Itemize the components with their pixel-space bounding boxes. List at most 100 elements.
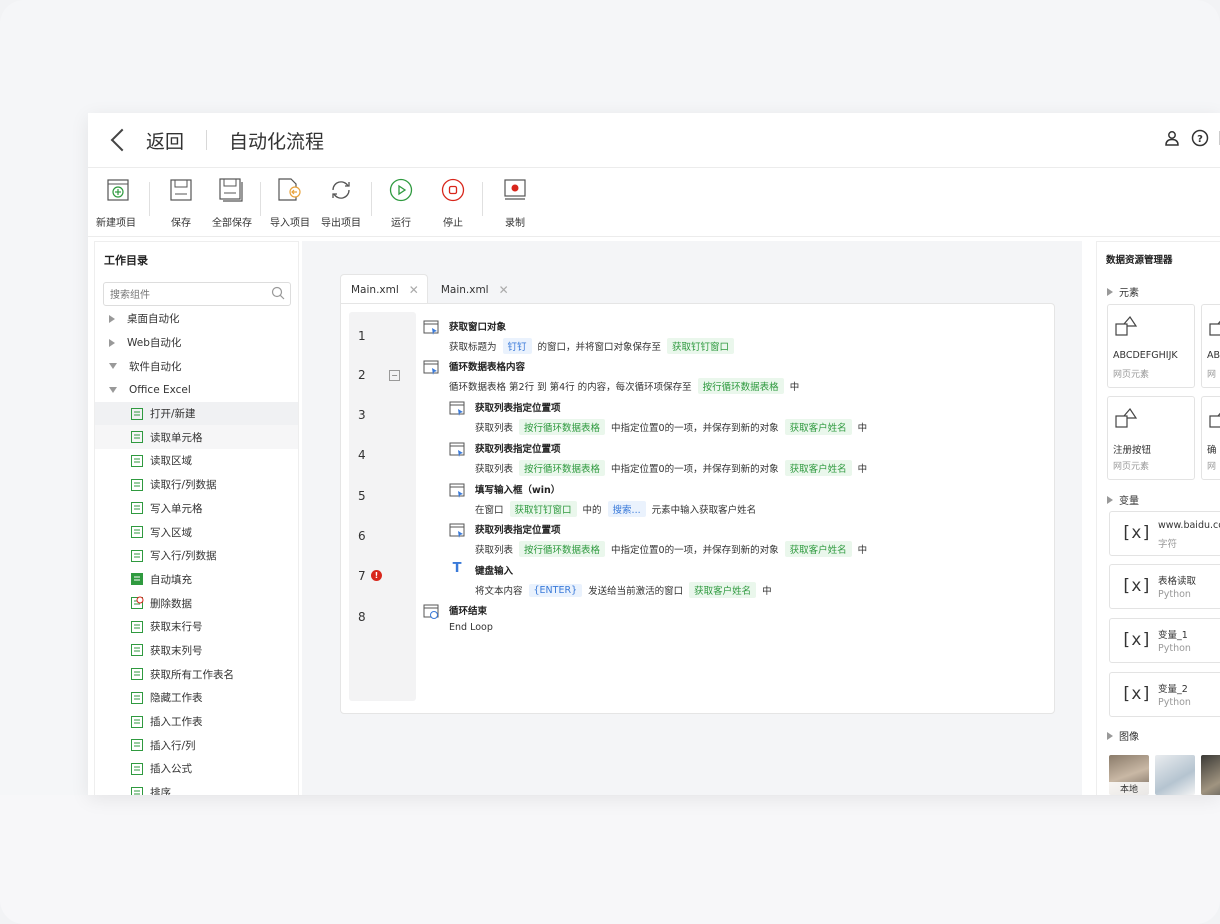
step-variable-tag[interactable]: 钉钉 xyxy=(502,338,532,354)
tree-category[interactable]: Office Excel xyxy=(95,378,298,402)
app-window: 返回 自动化流程 ? 新建项目 保存 全部保存 导入项目 导出项目 运行 停止 … xyxy=(88,113,1220,795)
flow-step[interactable]: 获取列表指定位置项 获取列表 按行循环数据表格 中指定位置0的一项，并保存到新的对象获… xyxy=(449,440,867,476)
tree-item[interactable]: 读取行/列数据 xyxy=(95,473,298,497)
image-thumbnail[interactable]: 本地 xyxy=(1109,755,1149,795)
step-variable-tag[interactable]: 获取客户姓名 xyxy=(784,460,852,476)
tree-item[interactable]: 排序 xyxy=(95,781,298,795)
flow-step[interactable]: 获取列表指定位置项 获取列表 按行循环数据表格 中指定位置0的一项，并保存到新的对象获… xyxy=(449,521,867,557)
tree-item[interactable]: 读取单元格 xyxy=(95,425,298,450)
search-icon[interactable] xyxy=(271,286,285,300)
variable-card[interactable]: [x] 变量_1 Python xyxy=(1109,618,1220,663)
tab-main-xml[interactable]: Main.xml ✕ xyxy=(340,274,428,305)
step-variable-tag[interactable]: 搜索... xyxy=(607,501,646,517)
elements-section[interactable]: 元素 xyxy=(1107,284,1139,299)
tree-item[interactable]: 获取末列号 xyxy=(95,639,298,663)
back-button[interactable]: 返回 xyxy=(146,127,184,154)
run-button[interactable]: 运行 xyxy=(387,176,415,229)
tree-item[interactable]: 隐藏工作表 xyxy=(95,686,298,710)
step-variable-tag[interactable]: 获取钉钉窗口 xyxy=(667,338,735,354)
tree-category[interactable]: Web自动化 xyxy=(95,331,298,355)
save-button[interactable]: 保存 xyxy=(167,176,195,229)
editor-body: 1 2 3 4 5 6 7 8 −! 获取窗口对象 获取标题为 钉钉 的窗口，并将窗口对象保存至 获取钉… xyxy=(340,303,1055,714)
step-variable-tag[interactable]: 获取客户姓名 xyxy=(784,419,852,435)
toolbar-divider xyxy=(482,182,483,216)
step-text: 中 xyxy=(857,423,868,434)
tree-item[interactable]: 插入行/列 xyxy=(95,733,298,757)
excel-read-icon xyxy=(131,454,143,467)
back-arrow-icon[interactable] xyxy=(110,128,134,152)
close-icon[interactable]: ✕ xyxy=(409,283,419,297)
tree-item-label: 获取末列号 xyxy=(150,644,203,657)
step-title: 获取列表指定位置项 xyxy=(475,403,561,414)
element-card[interactable]: 确网 xyxy=(1201,396,1220,480)
step-variable-tag[interactable]: 按行循环数据表格 xyxy=(519,419,606,435)
flow-step[interactable]: 循环结束 End Loop xyxy=(423,602,493,633)
step-variable-tag[interactable]: {ENTER} xyxy=(528,583,583,597)
user-icon[interactable] xyxy=(1163,129,1181,147)
element-type: 网 xyxy=(1207,462,1217,472)
element-card[interactable]: 注册按钮 网页元素 xyxy=(1107,396,1195,480)
excel-col-icon xyxy=(131,644,143,657)
image-local-label: 本地 xyxy=(1109,782,1149,795)
section-label: 变量 xyxy=(1119,496,1139,507)
tree-item[interactable]: 写入行/列数据 xyxy=(95,544,298,568)
error-icon[interactable]: ! xyxy=(371,570,382,581)
expanded-triangle-icon xyxy=(109,363,117,370)
tree-item[interactable]: 自动填充 xyxy=(95,568,298,592)
flow-step[interactable]: 获取窗口对象 获取标题为 钉钉 的窗口，并将窗口对象保存至 获取钉钉窗口 xyxy=(423,318,740,354)
step-variable-tag[interactable]: 获取客户姓名 xyxy=(784,541,852,557)
tree-item-label: 插入行/列 xyxy=(150,739,196,752)
tree-item[interactable]: 插入工作表 xyxy=(95,710,298,734)
step-variable-tag[interactable]: 按行循环数据表格 xyxy=(519,460,606,476)
tree-item-label: 读取行/列数据 xyxy=(150,479,217,492)
import-project-button[interactable]: 导入项目 xyxy=(270,176,310,229)
tree-item[interactable]: 插入公式 xyxy=(95,757,298,781)
variable-card[interactable]: [x] 变量_2 Python xyxy=(1109,672,1220,717)
tree-category[interactable]: 软件自动化 xyxy=(95,354,298,378)
tree-item[interactable]: 打开/新建 xyxy=(95,401,298,426)
save-all-button[interactable]: 全部保存 xyxy=(212,176,252,229)
images-section[interactable]: 图像 xyxy=(1107,728,1139,743)
step-window-icon xyxy=(449,401,465,416)
step-variable-tag[interactable]: 按行循环数据表格 xyxy=(697,378,784,394)
new-project-button[interactable]: 新建项目 xyxy=(96,176,136,229)
image-thumbnail[interactable] xyxy=(1155,755,1195,795)
flow-step[interactable]: 循环数据表格内容 循环数据表格 第2行 到 第4行 的内容，每次循环项保存至 按行循… xyxy=(423,358,799,394)
element-name: 注册按钮 xyxy=(1113,445,1152,456)
stop-button[interactable]: 停止 xyxy=(439,176,467,229)
tree-item[interactable]: 获取末行号 xyxy=(95,615,298,639)
excel-write-icon xyxy=(131,526,143,539)
tree-item[interactable]: 读取区域 xyxy=(95,449,298,473)
export-project-button[interactable]: 导出项目 xyxy=(321,176,361,229)
flow-step[interactable]: 填写输入框（win） 在窗口 获取钉钉窗口 中的 搜索... 元素中输入获取客户姓名 xyxy=(449,481,756,517)
step-variable-tag[interactable]: 获取钉钉窗口 xyxy=(509,501,577,517)
flow-step[interactable]: 获取列表指定位置项 获取列表 按行循环数据表格 中指定位置0的一项，并保存到新的对象获… xyxy=(449,399,867,435)
line-number: 1 xyxy=(358,329,366,343)
step-variable-tag[interactable]: 按行循环数据表格 xyxy=(519,541,606,557)
record-button[interactable]: 录制 xyxy=(501,176,529,229)
variable-card[interactable]: [x] www.baidu.co 字符 xyxy=(1109,511,1220,556)
tree-item-label: 写入区域 xyxy=(150,526,192,539)
tree-item[interactable]: 写入区域 xyxy=(95,520,298,544)
variable-card[interactable]: [x] 表格读取 Python xyxy=(1109,564,1220,609)
tree-item[interactable]: 删除数据 xyxy=(95,591,298,615)
tree-item-label: 删除数据 xyxy=(150,597,192,610)
help-icon[interactable]: ? xyxy=(1191,129,1209,147)
flow-step[interactable]: T 键盘输入 将文本内容 {ENTER} 发送给当前激活的窗口 获取客户姓名中 xyxy=(449,561,772,598)
step-text: 中 xyxy=(857,464,868,475)
save-label: 保存 xyxy=(171,218,191,229)
image-thumbnail[interactable] xyxy=(1201,755,1220,795)
search-input[interactable] xyxy=(104,284,262,307)
tree-item[interactable]: 获取所有工作表名 xyxy=(95,662,298,686)
collapse-toggle-icon[interactable]: − xyxy=(389,370,400,381)
variables-section[interactable]: 变量 xyxy=(1107,492,1139,507)
save-all-icon xyxy=(219,178,243,202)
tree-category[interactable]: 桌面自动化 xyxy=(95,307,298,331)
tree-item[interactable]: 写入单元格 xyxy=(95,497,298,521)
step-variable-tag[interactable]: 获取客户姓名 xyxy=(689,582,757,598)
element-card[interactable]: AB 网 xyxy=(1201,304,1220,388)
step-title: 获取窗口对象 xyxy=(449,322,507,333)
element-card[interactable]: ABCDEFGHIJK 网页元素 xyxy=(1107,304,1195,388)
tab-main-xml-2[interactable]: Main.xml ✕ xyxy=(429,274,518,305)
close-icon[interactable]: ✕ xyxy=(499,283,509,297)
